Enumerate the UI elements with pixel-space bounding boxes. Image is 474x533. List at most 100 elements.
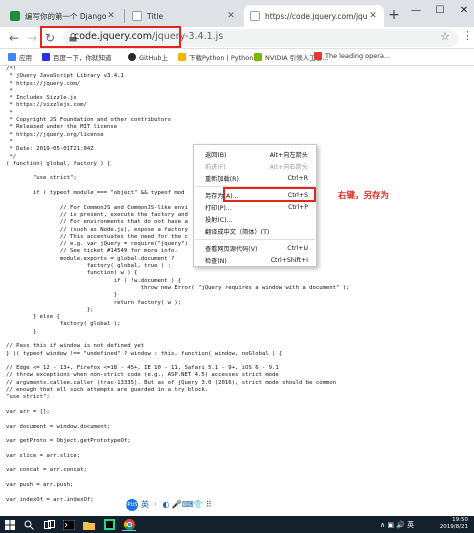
bookmark-star-icon[interactable]: ☆ (440, 30, 450, 43)
tab-close-icon[interactable]: ✕ (368, 11, 378, 21)
ctx-label: 投射(C)... (205, 217, 233, 224)
code-line: * Released under the MIT license (6, 124, 118, 131)
ime-punct-icon[interactable]: · (150, 500, 161, 509)
bookmark-label: GitHub上 (139, 54, 169, 62)
ctx-cast[interactable]: 投射(C)... (194, 214, 316, 225)
tab-title-page[interactable]: Title ✕ (126, 5, 242, 27)
django-favicon-icon (10, 11, 20, 21)
page-favicon-icon (250, 11, 260, 21)
code-line: var slice = arr.slice; (6, 452, 81, 459)
ctx-reload[interactable]: 重新加载(R) Ctrl+R (194, 173, 316, 184)
ctx-label: 检查(N) (205, 258, 227, 265)
taskbar: ∧ ▣ 🔊 英 19:50 2019/8/21 (0, 516, 474, 533)
url-highlight-box (40, 26, 181, 48)
ctx-shortcut: Ctrl+R (287, 175, 309, 182)
task-view-icon[interactable] (42, 518, 56, 531)
page-content[interactable]: /*! * jQuery JavaScript Library v3.4.1 *… (0, 66, 474, 516)
bookmarks-bar: 应用 百度一下，你就知道 GitHub上 下载Python | Python N… (0, 49, 474, 66)
github-icon (128, 53, 136, 61)
code-line: var getProto = Object.getPrototypeOf; (6, 438, 131, 445)
page-favicon-icon (132, 11, 142, 21)
tab-strip: 编写你的第一个 Django 应用, ... ✕ Title ✕ https:/… (0, 0, 474, 27)
browser-menu-icon[interactable]: ⋮ (462, 29, 473, 42)
code-line: // enough that all such attempts are gua… (6, 387, 209, 394)
code-line: * jQuery JavaScript Library v3.4.1 (6, 73, 124, 80)
ctx-shortcut: Ctrl+Shift+I (270, 257, 308, 264)
ctx-label: 打印(P)... (205, 205, 232, 212)
tab-jquery[interactable]: https://code.jquery.com/jquery-... ✕ (244, 5, 384, 27)
code-line: var push = arr.push; (6, 481, 74, 488)
bookmark-label: 应用 (19, 54, 32, 62)
taskbar-clock[interactable]: 19:50 2019/8/21 (440, 517, 468, 531)
code-line: } (6, 328, 37, 335)
forward-button[interactable]: → (24, 30, 40, 46)
code-line: } )( typeof window !== "undefined" ? win… (6, 350, 283, 357)
code-line: // Edge <= 12 - 13+, Firefox <=18 - 45+,… (6, 365, 279, 372)
ime-lang-toggle[interactable]: 英 (140, 499, 151, 510)
ime-keyboard-icon[interactable]: ⌨ (182, 500, 194, 509)
code-line: var arr = []; (6, 408, 50, 415)
code-line: * (6, 109, 13, 116)
bookmark-github[interactable]: GitHub上 (128, 52, 168, 62)
bookmark-label: 百度一下，你就知道 (53, 54, 112, 62)
bookmark-apps[interactable]: 应用 (8, 52, 32, 62)
code-line: if ( !w.document ) { (6, 277, 182, 284)
code-line: * https://jquery.com/ (6, 80, 81, 87)
bookmark-leading[interactable]: The leading opera... (314, 52, 390, 60)
code-line: /*! (6, 66, 17, 72)
bookmark-label: The leading opera... (325, 52, 391, 60)
ctx-back[interactable]: 返回(B) Alt+向左箭头 (194, 149, 316, 160)
ctx-translate[interactable]: 翻译成中文（简体）(T) (194, 226, 316, 237)
bookmark-baidu[interactable]: 百度一下，你就知道 (42, 52, 112, 62)
code-line: * Includes Sizzle.js (6, 95, 77, 102)
back-button[interactable]: ← (6, 30, 22, 46)
code-line: // Pass this if window is not defined ye… (6, 343, 145, 350)
file-explorer-icon[interactable] (82, 518, 96, 531)
tab-django[interactable]: 编写你的第一个 Django 应用, ... ✕ (4, 5, 122, 27)
ime-toolbar: IPUS 英 · ◐ 🎤 ⌨ 👕 ⠿ (126, 497, 214, 512)
ime-toolbox-icon[interactable]: ⠿ (203, 500, 214, 509)
terminal-icon[interactable] (62, 518, 76, 531)
bookmark-label: 下载Python | Python (189, 54, 254, 62)
maximize-button[interactable]: ☐ (428, 0, 452, 22)
ctx-view-source[interactable]: 查看网页源代码(V) Ctrl+U (194, 243, 316, 254)
ctx-inspect[interactable]: 检查(N) Ctrl+Shift+I (194, 255, 316, 266)
nvidia-icon (254, 53, 262, 61)
tab-close-icon[interactable]: ✕ (106, 11, 116, 21)
tab-close-icon[interactable]: ✕ (226, 11, 236, 21)
code-line: // throw exceptions when non-strict code… (6, 372, 279, 379)
code-line: * https://jquery.org/license (6, 131, 104, 138)
chrome-icon[interactable] (122, 518, 136, 531)
ime-skin-icon[interactable]: 👕 (193, 500, 204, 509)
code-line: factory( global ); (6, 321, 121, 328)
pycharm-icon[interactable] (102, 518, 116, 531)
code-line: throw new Error( "jQuery requires a wind… (6, 284, 350, 291)
close-window-button[interactable]: ✕ (452, 0, 474, 22)
code-line: * https://sizzlejs.com/ (6, 102, 87, 109)
minimize-button[interactable]: — (404, 0, 428, 22)
clock-time: 19:50 (452, 517, 468, 523)
ime-mic-icon[interactable]: 🎤 (171, 500, 182, 509)
system-tray[interactable]: ∧ ▣ 🔊 英 (380, 520, 414, 530)
new-tab-button[interactable]: + (386, 7, 402, 23)
ctx-forward[interactable]: 前进(F) Alt+向右箭头 (194, 161, 316, 172)
code-line: var concat = arr.concat; (6, 467, 87, 474)
ime-logo-icon[interactable]: IPUS (126, 498, 138, 511)
search-icon[interactable] (22, 518, 36, 531)
ctx-shortcut: Ctrl+P (288, 204, 308, 211)
tab-separator (124, 9, 125, 23)
tab-title: Title (147, 11, 164, 21)
windows-start-icon[interactable] (3, 518, 17, 531)
ctx-print[interactable]: 打印(P)... Ctrl+P (194, 202, 316, 213)
bookmark-python[interactable]: 下载Python | Python (178, 52, 253, 62)
bookmark-site-icon (314, 52, 322, 60)
ime-halfwidth-icon[interactable]: ◐ (161, 500, 172, 509)
